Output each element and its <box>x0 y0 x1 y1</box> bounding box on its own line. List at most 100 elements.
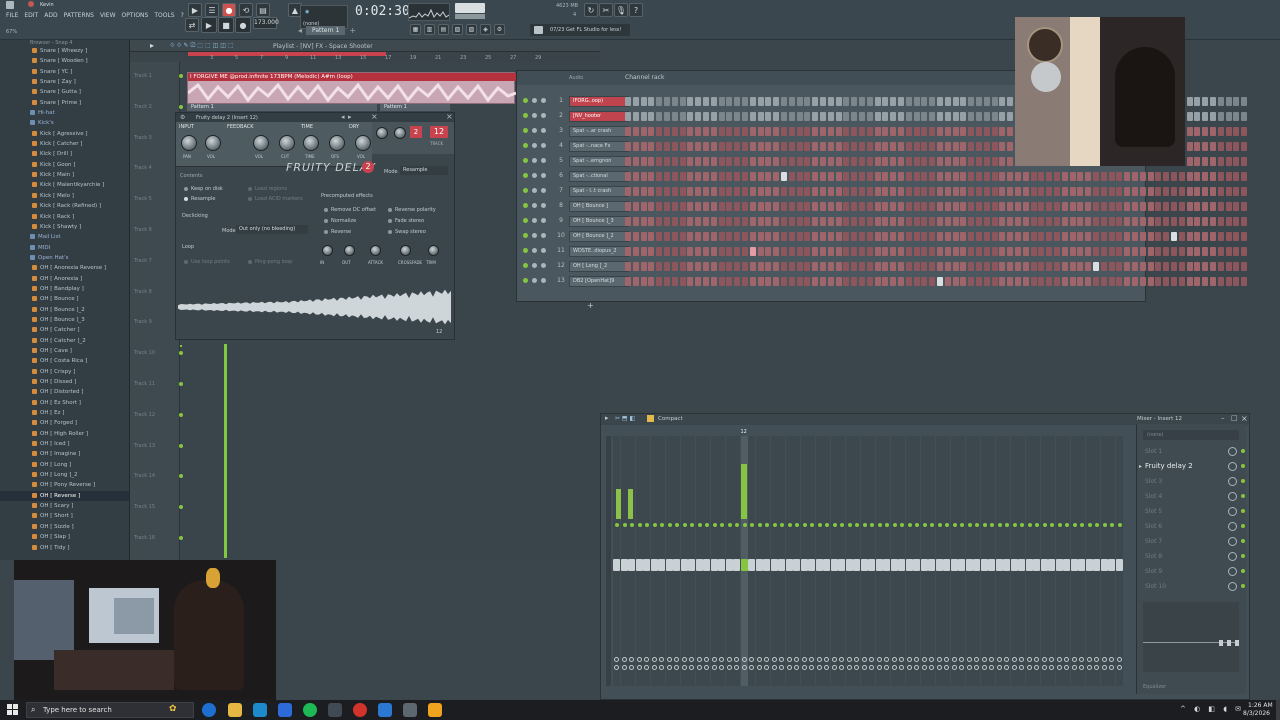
step-button[interactable] <box>734 217 741 226</box>
browser-item[interactable]: OH [ Slap ] <box>0 532 129 542</box>
track-led[interactable] <box>637 523 642 527</box>
step-button[interactable] <box>695 127 702 136</box>
step-button[interactable] <box>640 112 647 121</box>
step-button[interactable] <box>1046 232 1053 241</box>
step-button[interactable] <box>921 112 928 121</box>
step-button[interactable] <box>703 157 709 166</box>
step-button[interactable] <box>1186 187 1193 196</box>
step-button[interactable] <box>913 157 920 166</box>
step-button[interactable] <box>851 277 858 286</box>
step-button[interactable] <box>968 127 975 136</box>
step-button[interactable] <box>952 232 959 241</box>
show-desktop[interactable] <box>1276 700 1280 720</box>
step-button[interactable] <box>656 187 663 196</box>
step-button[interactable] <box>632 112 639 121</box>
step-button[interactable] <box>905 247 912 256</box>
step-button[interactable] <box>820 112 826 121</box>
step-button[interactable] <box>952 127 959 136</box>
step-button[interactable] <box>843 112 850 121</box>
timeline[interactable]: 3 5 7 9 11 13 15 17 19 21 23 25 27 29 <box>180 52 600 62</box>
step-button[interactable] <box>820 172 826 181</box>
load-regions-toggle[interactable]: Load regions <box>248 186 287 192</box>
track-led[interactable] <box>975 523 979 527</box>
step-button[interactable] <box>687 142 694 151</box>
browser-item[interactable]: OH [ Sizzle ] <box>0 522 129 532</box>
reverse-polarity-toggle[interactable]: Reverse polarity <box>388 207 436 213</box>
step-button[interactable] <box>804 127 811 136</box>
volume-fader[interactable] <box>718 559 725 571</box>
track-led[interactable] <box>967 523 972 527</box>
step-button[interactable] <box>937 277 943 286</box>
step-button[interactable] <box>632 217 639 226</box>
step-button[interactable] <box>640 202 647 211</box>
step-button[interactable] <box>913 217 920 226</box>
step-button[interactable] <box>625 217 631 226</box>
step-button[interactable] <box>952 97 959 106</box>
step-button[interactable] <box>1241 187 1248 196</box>
step-button[interactable] <box>921 172 928 181</box>
step-button[interactable] <box>968 277 975 286</box>
step-button[interactable] <box>905 232 912 241</box>
step-button[interactable] <box>1225 187 1232 196</box>
volume-fader[interactable] <box>748 559 755 571</box>
route-button[interactable] <box>734 657 739 662</box>
step-button[interactable] <box>827 157 834 166</box>
volume-fader[interactable] <box>1115 559 1123 571</box>
step-button[interactable] <box>913 232 920 241</box>
route-button[interactable] <box>726 657 732 662</box>
step-button[interactable] <box>921 247 928 256</box>
step-button[interactable] <box>773 187 780 196</box>
playlist-icon[interactable]: ▦ <box>410 24 421 35</box>
step-button[interactable] <box>796 127 803 136</box>
step-button[interactable] <box>773 127 780 136</box>
browser-folder[interactable]: Mail List <box>0 232 129 242</box>
step-button[interactable] <box>882 172 889 181</box>
browser-item[interactable]: OH [ Catcher ] <box>0 325 129 335</box>
step-button[interactable] <box>781 277 787 286</box>
route-button[interactable] <box>614 657 619 662</box>
step-button[interactable] <box>835 232 842 241</box>
route-button[interactable] <box>629 657 634 662</box>
track-led[interactable] <box>1027 523 1032 527</box>
step-button[interactable] <box>960 232 967 241</box>
step-button[interactable] <box>734 112 741 121</box>
track-mute-led[interactable] <box>179 412 183 417</box>
step-button[interactable] <box>788 247 795 256</box>
volume-fader[interactable] <box>1078 559 1085 571</box>
step-button[interactable] <box>843 247 850 256</box>
route-button[interactable] <box>704 657 709 662</box>
step-button[interactable] <box>937 217 943 226</box>
step-button[interactable] <box>1217 97 1224 106</box>
route-button[interactable] <box>779 657 784 662</box>
step-button[interactable] <box>687 277 694 286</box>
step-button[interactable] <box>1022 232 1029 241</box>
step-button[interactable] <box>960 187 967 196</box>
browser-item[interactable]: OH [ Bounce ]_2 <box>0 305 129 315</box>
song-mode-icon[interactable]: ☰ <box>205 3 219 17</box>
remove-dc-toggle[interactable]: Remove DC offset <box>324 207 376 213</box>
step-button[interactable] <box>1225 172 1232 181</box>
mode-select[interactable]: Resample <box>400 166 448 175</box>
step-button[interactable] <box>952 112 959 121</box>
step-button[interactable] <box>1030 232 1037 241</box>
track-label[interactable]: Track 9 <box>134 319 152 325</box>
track-led[interactable] <box>667 523 672 527</box>
channel-led[interactable] <box>523 248 528 253</box>
slot-mix-knob[interactable] <box>1228 567 1237 576</box>
step-button[interactable] <box>968 247 975 256</box>
step-button[interactable] <box>625 97 631 106</box>
step-button[interactable] <box>1069 247 1076 256</box>
channel-number[interactable]: 11 <box>555 247 567 254</box>
step-button[interactable] <box>968 157 975 166</box>
step-button[interactable] <box>1116 202 1123 211</box>
step-button[interactable] <box>1210 127 1216 136</box>
step-button[interactable] <box>757 262 764 271</box>
channel-knob-icon[interactable] <box>541 278 546 283</box>
step-button[interactable] <box>804 202 811 211</box>
step-button[interactable] <box>968 112 975 121</box>
slot-mix-knob[interactable] <box>1228 537 1237 546</box>
step-button[interactable] <box>1069 217 1076 226</box>
volume-fader[interactable] <box>643 559 650 571</box>
step-button[interactable] <box>937 172 943 181</box>
chevron-icon[interactable]: ▸ <box>150 41 154 50</box>
